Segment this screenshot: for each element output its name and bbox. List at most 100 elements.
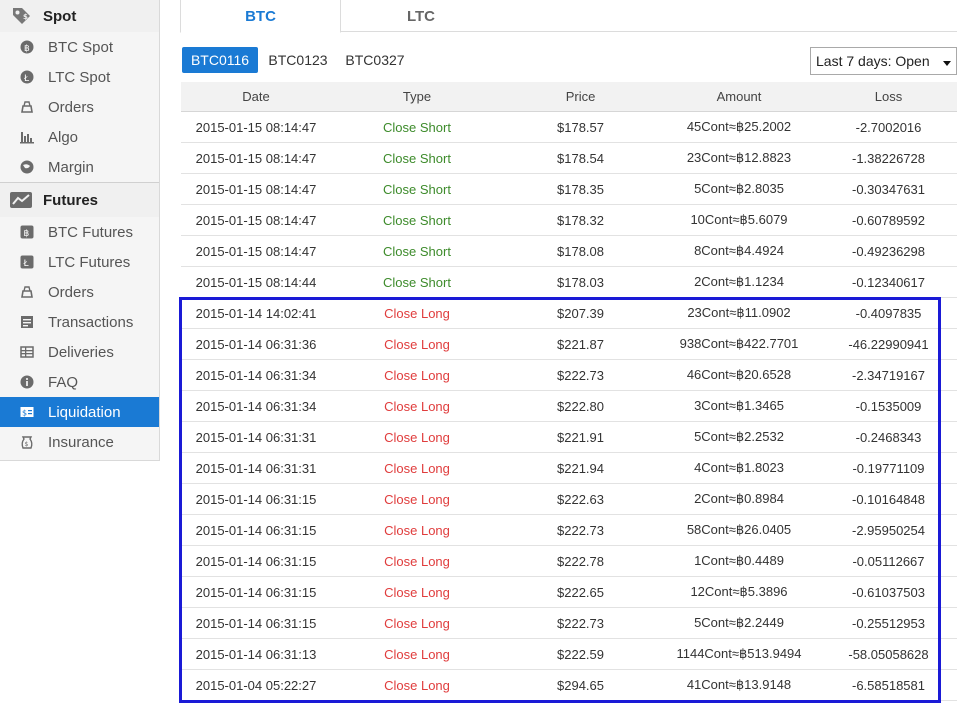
period-filter-select[interactable]: Last 7 days: Open <box>810 47 957 75</box>
cell-loss: -0.4097835 <box>855 305 922 321</box>
orders-icon <box>20 100 34 114</box>
cell-loss: -0.60789592 <box>851 212 925 228</box>
table-row: 2015-01-14 06:31:15 Close Long $222.73 58Co… <box>181 515 957 546</box>
table-row: 2015-01-14 06:31:34 Close Long $222.80 3Con… <box>181 391 957 422</box>
cell-type: Close Short <box>383 150 451 166</box>
sidebar-item-ltc-futures[interactable]: Ł LTC Futures <box>0 247 159 277</box>
cell-type: Close Short <box>383 212 451 228</box>
sidebar: $ Spot ฿ BTC Spot Ł LTC Spot Orders Algo… <box>0 0 160 461</box>
table-row: 2015-01-14 06:31:36 Close Long $221.87 938C… <box>181 329 957 360</box>
cell-type: Close Short <box>383 274 451 290</box>
spot-header-label: Spot <box>43 7 77 25</box>
cell-date: 2015-01-15 08:14:47 <box>195 212 317 228</box>
table-row: 2015-01-04 05:22:27 Close Long $294.65 41Co… <box>181 670 957 701</box>
cell-price: $221.94 <box>557 460 604 476</box>
svg-text:Ł: Ł <box>23 74 30 84</box>
cell-type: Close Long <box>384 553 450 569</box>
cell-amount: 2Cont≈฿0.8984 <box>694 491 784 506</box>
cell-type: Close Short <box>383 243 451 259</box>
sidebar-item-algo[interactable]: Algo <box>0 122 159 152</box>
tab-ltc[interactable]: LTC <box>341 0 501 32</box>
sidebar-item-btc-spot[interactable]: ฿ BTC Spot <box>0 32 159 62</box>
cell-amount: 5Cont≈฿2.8035 <box>694 181 784 196</box>
table-row: 2015-01-15 08:14:47 Close Short $178.54 23C… <box>181 143 957 174</box>
cell-loss: -0.25512953 <box>851 615 925 631</box>
col-header-date: Date <box>242 89 270 104</box>
tag-icon: $ <box>8 5 34 27</box>
insurance-icon: $ <box>20 435 34 449</box>
cell-type: Close Long <box>384 305 450 321</box>
cell-loss: -46.22990941 <box>848 336 929 352</box>
table-row: 2015-01-14 06:31:13 Close Long $222.59 1144… <box>181 639 957 670</box>
sidebar-item-insurance[interactable]: $ Insurance <box>0 427 159 457</box>
table-row: 2015-01-14 06:31:15 Close Long $222.78 1Con… <box>181 546 957 577</box>
table-row: 2015-01-15 08:14:47 Close Short $178.57 45C… <box>181 112 957 143</box>
cell-type: Close Short <box>383 181 451 197</box>
sidebar-item-transactions[interactable]: Transactions <box>0 307 159 337</box>
table-row: 2015-01-14 06:31:15 Close Long $222.73 5Con… <box>181 608 957 639</box>
cell-amount: 5Cont≈฿2.2449 <box>694 615 784 630</box>
cell-amount: 12Cont≈฿5.3896 <box>690 584 788 599</box>
svg-text:Ł: Ł <box>23 259 30 269</box>
cell-amount: 58Cont≈฿26.0405 <box>686 522 792 537</box>
cell-loss: -58.05058628 <box>848 646 929 662</box>
sidebar-item-label: Deliveries <box>48 343 114 361</box>
sidebar-item-ltc-spot[interactable]: Ł LTC Spot <box>0 62 159 92</box>
sidebar-item-orders[interactable]: Orders <box>0 92 159 122</box>
info-icon <box>20 375 34 389</box>
col-header-price: Price <box>565 89 596 104</box>
table-row: 2015-01-14 06:31:31 Close Long $221.91 5Con… <box>181 422 957 453</box>
table-row: 2015-01-14 06:31:31 Close Long $221.94 4Con… <box>181 453 957 484</box>
contract-tab-btc0327[interactable]: BTC0327 <box>341 47 409 73</box>
cell-price: $178.57 <box>557 119 604 135</box>
cell-date: 2015-01-15 08:14:47 <box>195 119 317 135</box>
cell-price: $222.80 <box>557 398 604 414</box>
table-row: 2015-01-15 08:14:47 Close Short $178.08 8Co… <box>181 236 957 267</box>
table-row: 2015-01-15 08:14:44 Close Short $178.03 2Co… <box>181 267 957 298</box>
cell-type: Close Long <box>384 491 450 507</box>
cell-amount: 2Cont≈฿1.1234 <box>694 274 784 289</box>
cell-type: Close Long <box>384 646 450 662</box>
sidebar-item-deliveries[interactable]: Deliveries <box>0 337 159 367</box>
cell-price: $221.87 <box>557 336 604 352</box>
sidebar-item-label: Orders <box>48 283 94 301</box>
cell-date: 2015-01-14 06:31:34 <box>195 398 317 414</box>
sidebar-item-futures-orders[interactable]: Orders <box>0 277 159 307</box>
bar-chart-icon <box>20 130 34 144</box>
sidebar-item-label: Liquidation <box>48 403 121 421</box>
cell-date: 2015-01-14 06:31:36 <box>195 336 317 352</box>
contract-tab-btc0116[interactable]: BTC0116 <box>182 47 258 73</box>
table-row: 2015-01-14 06:31:15 Close Long $222.63 2Con… <box>181 484 957 515</box>
cell-amount: 1Cont≈฿0.4489 <box>694 553 784 568</box>
sidebar-item-label: Algo <box>48 128 79 146</box>
sidebar-item-label: LTC Futures <box>48 253 131 271</box>
cell-date: 2015-01-14 06:31:31 <box>195 460 317 476</box>
cell-date: 2015-01-14 06:31:15 <box>195 491 317 507</box>
tab-btc[interactable]: BTC <box>180 0 341 33</box>
cell-amount: 45Cont≈฿25.2002 <box>686 119 792 134</box>
table-row: 2015-01-14 06:31:34 Close Long $222.73 46Co… <box>181 360 957 391</box>
sidebar-item-label: Insurance <box>48 433 114 451</box>
cell-price: $178.08 <box>557 243 604 259</box>
transactions-icon <box>20 315 34 329</box>
cell-date: 2015-01-14 06:31:31 <box>195 429 317 445</box>
sidebar-item-label: BTC Futures <box>48 223 134 241</box>
cell-price: $222.73 <box>557 522 604 538</box>
table-row: 2015-01-15 08:14:47 Close Short $178.32 10C… <box>181 205 957 236</box>
sidebar-item-margin[interactable]: Margin <box>0 152 159 182</box>
contract-tab-btc0123[interactable]: BTC0123 <box>264 47 332 73</box>
cell-price: $178.32 <box>557 212 604 228</box>
sidebar-item-btc-futures[interactable]: ฿ BTC Futures <box>0 217 159 247</box>
spot-section-header: $ Spot <box>0 0 159 32</box>
cell-price: $222.73 <box>557 615 604 631</box>
cell-price: $222.65 <box>557 584 604 600</box>
sidebar-item-liquidation[interactable]: $ Liquidation <box>0 397 159 427</box>
sidebar-item-faq[interactable]: FAQ <box>0 367 159 397</box>
futures-header-label: Futures <box>43 191 99 209</box>
cell-price: $222.73 <box>557 367 604 383</box>
cell-price: $222.59 <box>557 646 604 662</box>
cell-price: $178.03 <box>557 274 604 290</box>
cell-date: 2015-01-04 05:22:27 <box>195 677 317 693</box>
col-header-type: Type <box>402 89 432 104</box>
cell-price: $221.91 <box>557 429 604 445</box>
